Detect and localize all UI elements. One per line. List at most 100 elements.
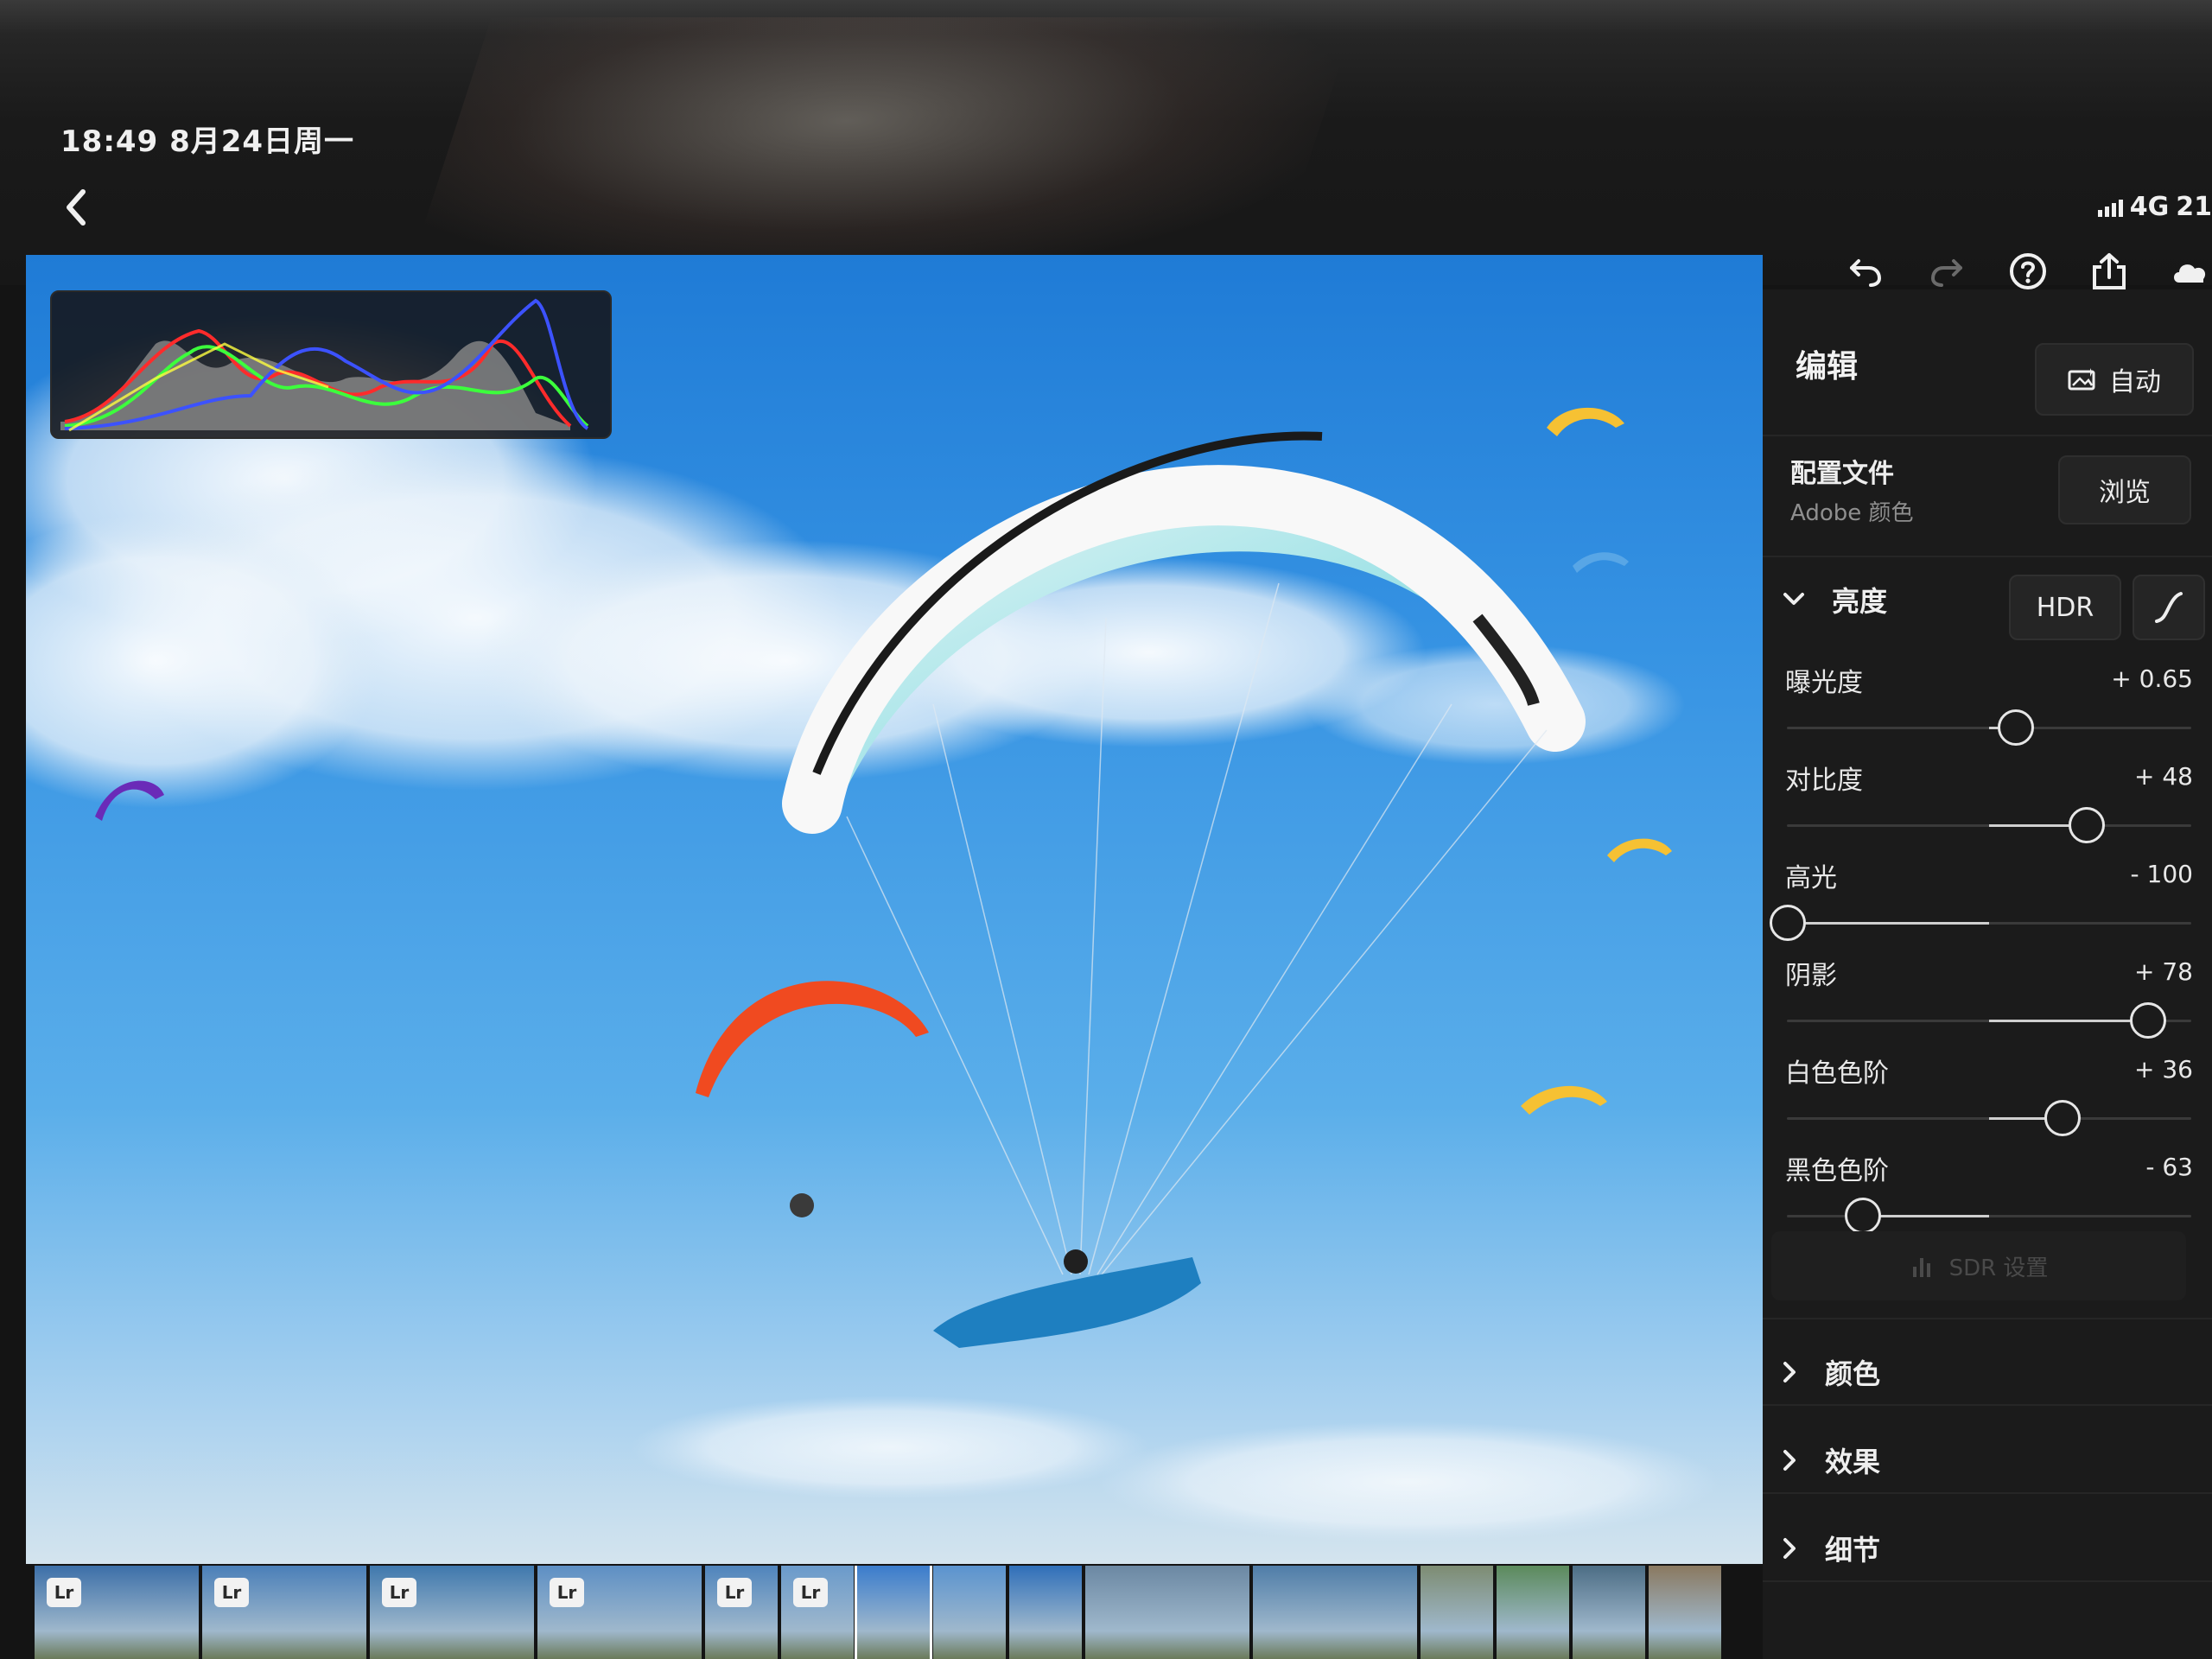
undo-icon [1850,259,1882,287]
cloud-icon [2174,264,2206,283]
battery-level: 21 [2176,192,2212,222]
chevron-right-icon [1783,1450,1796,1471]
filmstrip-thumbnail[interactable] [1085,1566,1249,1659]
hdr-button[interactable]: HDR [2009,575,2121,640]
filmstrip-thumbnail[interactable] [1421,1566,1493,1659]
lightroom-badge: Lr [382,1578,416,1607]
divider [1763,435,2212,436]
filmstrip-thumbnail[interactable] [855,1566,932,1659]
slider-label: 阴影 [1785,961,1837,991]
chevron-left-icon [67,189,86,226]
edit-panel: 编辑 自动 配置文件 Adobe 颜色 浏览 亮度 HDR 曝光度 + 0.65 对… [1763,289,2212,1659]
light-section-title: 亮度 [1832,585,1888,618]
slider-row: 高光 - 100 [1770,856,2202,951]
slider-track[interactable] [1787,807,2191,843]
share-icon [2093,253,2126,289]
slider-value: + 36 [2134,1055,2193,1084]
filmstrip-thumbnail[interactable]: Lr [370,1566,534,1659]
slider-row: 白色色阶 + 36 [1778,1052,2202,1147]
lightroom-badge: Lr [717,1578,752,1607]
chevron-right-icon [1783,1538,1796,1559]
lightroom-badge: Lr [214,1578,249,1607]
filmstrip-thumbnail[interactable] [1497,1566,1569,1659]
slider-track[interactable] [1770,905,2191,941]
back-button[interactable] [52,183,100,232]
filmstrip-thumbnail[interactable] [1573,1566,1645,1659]
slider-label: 曝光度 [1785,668,1863,698]
filmstrip-thumbnail[interactable] [1009,1566,1082,1659]
filmstrip-thumbnail[interactable]: Lr [537,1566,702,1659]
collapsed-section-header[interactable]: 细节 [1782,1529,1880,1568]
slider-track[interactable] [1787,1002,2191,1039]
auto-label: 自动 [2109,367,2161,397]
help-icon [2010,253,2046,289]
histogram[interactable] [50,290,612,439]
slider-row: 曝光度 + 0.65 [1778,661,2202,756]
sdr-settings-button: SDR 设置 [1771,1231,2186,1300]
slider-fill [1989,1020,2147,1022]
filmstrip-thumbnail[interactable]: Lr [35,1566,199,1659]
profile-label: 配置文件 [1790,459,1894,489]
filmstrip-thumbnail[interactable]: Lr [781,1566,854,1659]
browse-profile-button[interactable]: 浏览 [2058,455,2191,524]
panel-title: 编辑 [1796,349,1859,385]
filmstrip-thumbnail[interactable]: Lr [202,1566,366,1659]
lightroom-badge: Lr [550,1578,584,1607]
filmstrip-thumbnail[interactable]: Lr [705,1566,778,1659]
slider-row: 阴影 + 78 [1778,954,2202,1049]
auto-button[interactable]: 自动 [2035,343,2194,416]
curve-icon [2155,592,2183,623]
filmstrip-thumbnail[interactable] [1253,1566,1417,1659]
photo-canvas[interactable] [26,255,1763,1564]
section-title: 效果 [1825,1446,1881,1478]
collapsed-section-header[interactable]: 效果 [1782,1440,1880,1480]
slider-fill [1787,922,1989,925]
slider-label: 黑色色阶 [1785,1156,1889,1186]
divider [1763,556,2212,557]
slider-value: + 48 [2134,762,2193,791]
lightroom-badge: Lr [47,1578,81,1607]
auto-enhance-icon [2068,368,2095,391]
slider-label: 高光 [1785,863,1837,893]
slider-row: 对比度 + 48 [1778,759,2202,854]
redo-icon [1930,259,1962,287]
slider-thumb[interactable] [1844,1198,1881,1234]
slider-thumb[interactable] [1998,709,2035,746]
slider-track[interactable] [1787,1100,2191,1136]
network-type: 4G [2129,192,2170,222]
light-section-header[interactable]: 亮度 [1782,580,1887,620]
bar-chart-icon [1912,1258,1930,1277]
section-title: 细节 [1825,1534,1881,1567]
histogram-graph [60,298,589,432]
signal-icon [2097,198,2123,217]
collapsed-section-header[interactable]: 颜色 [1782,1352,1880,1392]
divider [1763,1580,2212,1582]
sdr-settings-label: SDR 设置 [1948,1255,2049,1281]
slider-value: + 78 [2134,957,2193,986]
chevron-right-icon [1783,1362,1796,1382]
status-time-date: 18:49 8月24日周一 [60,124,355,159]
filmstrip-thumbnail[interactable] [933,1566,1006,1659]
paragliding-photo [26,315,1719,1542]
slider-value: - 100 [2130,860,2193,888]
slider-fill [1861,1215,1989,1217]
slider-track[interactable] [1787,1198,2191,1234]
filmstrip: Lr Lr Lr Lr Lr Lr [35,1566,1763,1659]
divider [1763,1404,2212,1406]
profile-value: Adobe 颜色 [1790,500,1914,526]
slider-thumb[interactable] [2044,1100,2082,1136]
slider-row: 黑色色阶 - 63 [1778,1149,2202,1244]
divider [1763,1318,2212,1319]
filmstrip-thumbnail[interactable] [1649,1566,1721,1659]
slider-track[interactable] [1787,709,2191,746]
slider-value: + 0.65 [2111,664,2193,693]
tone-curve-button[interactable] [2133,575,2205,640]
divider [1763,1492,2212,1494]
slider-thumb[interactable] [2069,807,2106,843]
slider-thumb[interactable] [2129,1002,2166,1039]
slider-value: - 63 [2145,1153,2193,1181]
section-title: 颜色 [1825,1357,1881,1390]
slider-thumb[interactable] [1770,905,1806,941]
screen-reflection [407,17,1356,276]
slider-label: 白色色阶 [1785,1058,1889,1089]
